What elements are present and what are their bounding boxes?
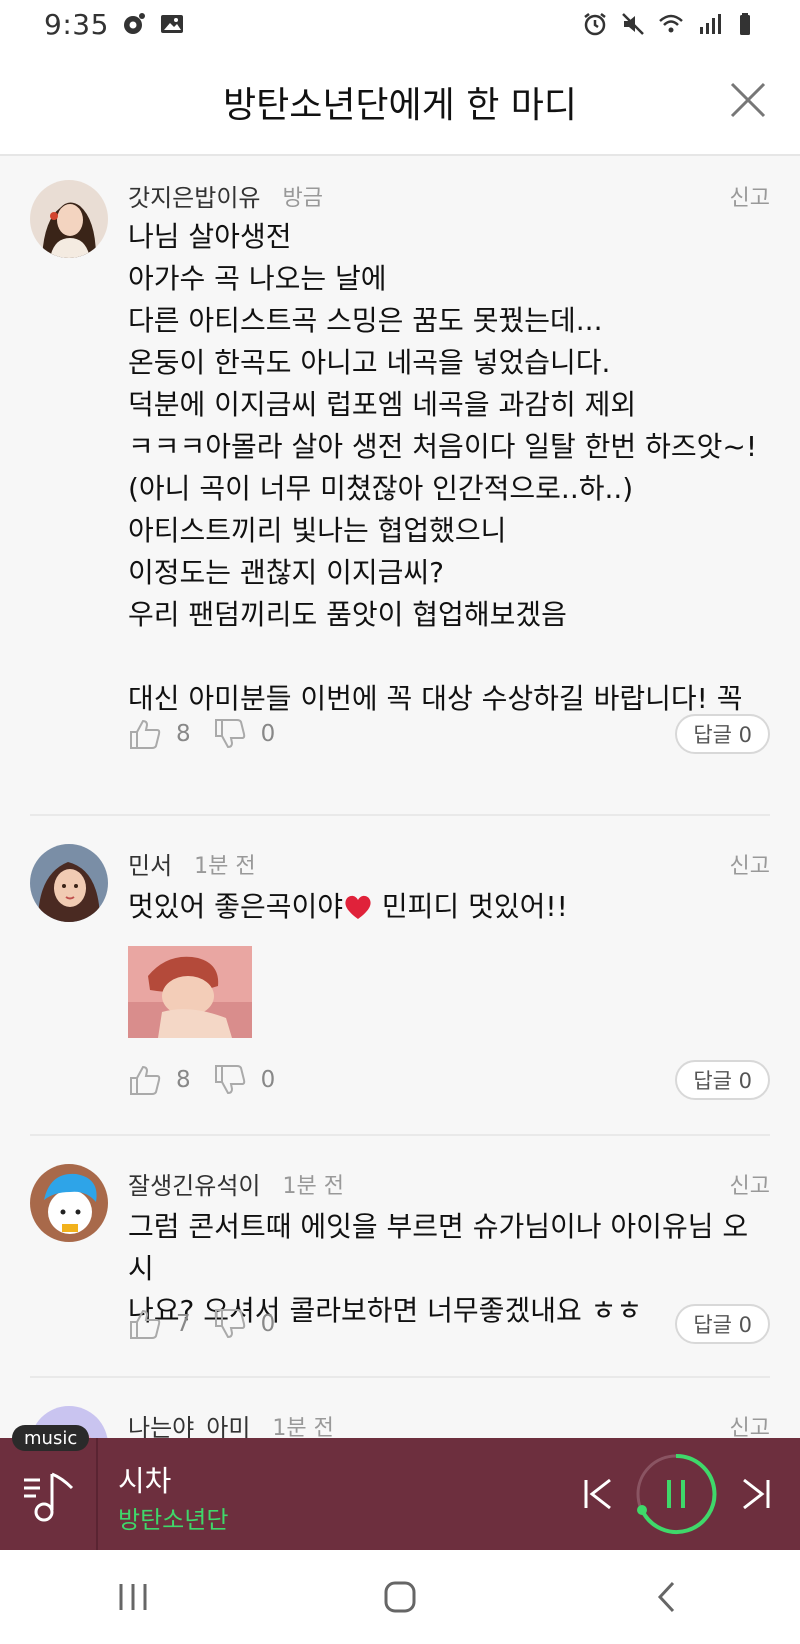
report-button[interactable]: 신고 — [730, 180, 770, 212]
thumbs-up-icon — [130, 719, 161, 749]
comment-time: 방금 — [282, 185, 323, 211]
pause-button[interactable] — [634, 1452, 718, 1536]
signal-icon — [700, 14, 721, 34]
avatar[interactable] — [30, 844, 108, 922]
report-button[interactable]: 신고 — [730, 1168, 770, 1200]
avatar[interactable] — [30, 180, 108, 258]
comment-actions: 8 0 답글 0 — [128, 1060, 770, 1100]
system-navbar — [0, 1550, 800, 1644]
mini-player[interactable]: 시차 방탄소년단 — [0, 1438, 800, 1550]
music-badge: music — [12, 1425, 90, 1451]
reply-button[interactable]: 답글 0 — [675, 1060, 770, 1100]
back-icon — [657, 1581, 674, 1613]
comment-nickname[interactable]: 민서 — [128, 846, 172, 881]
dislike-button[interactable]: 0 — [213, 717, 298, 751]
comment-nickname[interactable]: 갓지은밥이유 — [128, 178, 260, 213]
track-artist[interactable]: 방탄소년단 — [118, 1500, 228, 1535]
comment-text-part1: 멋있어 좋은곡이야 — [128, 890, 343, 923]
comment-meta: 갓지은밥이유 방금 신고 — [128, 178, 770, 213]
home-button[interactable] — [370, 1567, 430, 1627]
alarm-icon — [584, 13, 606, 36]
thumbs-down-icon — [214, 719, 245, 749]
dislike-count: 0 — [260, 1311, 276, 1337]
thumbs-up-icon — [130, 1065, 161, 1095]
comment-item: 갓지은밥이유 방금 신고 나님 살아생전 아가수 곡 나오는 날에 다른 아티스… — [0, 156, 800, 816]
comment-nickname[interactable]: 나는야_아미 — [128, 1408, 250, 1438]
dislike-button[interactable]: 0 — [213, 1307, 298, 1341]
next-track-icon[interactable] — [740, 1476, 772, 1512]
comment-actions: 8 0 답글 0 — [128, 714, 770, 754]
status-bar: 9:35 — [0, 0, 800, 48]
comment-item: 나는야_아미 1분 전 신고 — [0, 1378, 800, 1438]
like-count: 8 — [176, 721, 191, 747]
header: 방탄소년단에게 한 마디 — [0, 48, 800, 156]
comment-meta: 잘생긴유석이 1분 전 신고 — [128, 1166, 770, 1201]
comment-actions: 7 0 답글 0 — [128, 1304, 770, 1344]
status-time: 9:35 — [44, 7, 109, 41]
gallery-notification-icon — [160, 15, 183, 33]
playlist-music-icon — [24, 1472, 74, 1522]
like-button[interactable]: 7 — [128, 1307, 213, 1341]
wifi-icon — [659, 14, 683, 33]
back-button[interactable] — [637, 1567, 697, 1627]
track-title[interactable]: 시차 — [118, 1458, 171, 1500]
thumbs-up-icon — [130, 1309, 161, 1339]
dislike-count: 0 — [260, 1067, 276, 1093]
dislike-button[interactable]: 0 — [213, 1063, 298, 1097]
reply-button[interactable]: 답글 0 — [675, 714, 770, 754]
like-button[interactable]: 8 — [128, 1063, 213, 1097]
camera-notification-icon — [123, 13, 145, 34]
comment-text: 나님 살아생전 아가수 곡 나오는 날에 다른 아티스트곡 스밍은 꿈도 못꿨는… — [128, 220, 758, 715]
thumbs-down-icon — [214, 1065, 245, 1095]
playlist-button[interactable] — [0, 1438, 98, 1550]
report-button[interactable]: 신고 — [730, 1410, 770, 1439]
comment-list[interactable]: 갓지은밥이유 방금 신고 나님 살아생전 아가수 곡 나오는 날에 다른 아티스… — [0, 156, 800, 1438]
dislike-count: 0 — [260, 721, 276, 747]
thumbs-down-icon — [214, 1309, 245, 1339]
comment-time: 1분 전 — [282, 1173, 344, 1199]
comment-nickname[interactable]: 잘생긴유석이 — [128, 1166, 260, 1201]
reply-button[interactable]: 답글 0 — [675, 1304, 770, 1344]
comment-item: 잘생긴유석이 1분 전 신고 그럼 콘서트때 에잇을 부르면 슈가님이나 아이유… — [0, 1136, 800, 1378]
battery-icon — [740, 13, 750, 35]
comment-text-part2: 민피디 멋있어!! — [372, 890, 568, 923]
mute-icon — [622, 13, 644, 35]
page-title: 방탄소년단에게 한 마디 — [222, 85, 578, 126]
comment-meta: 나는야_아미 1분 전 신고 — [128, 1408, 770, 1438]
close-icon[interactable] — [726, 78, 770, 122]
like-count: 8 — [176, 1067, 191, 1093]
comment-meta: 민서 1분 전 신고 — [128, 846, 770, 881]
comment-time: 1분 전 — [272, 1415, 334, 1439]
comment-text: 멋있어 좋은곡이야 민피디 멋있어!! — [128, 886, 770, 928]
attached-image[interactable] — [128, 946, 252, 1038]
home-icon — [384, 1581, 416, 1613]
comment-item: 민서 1분 전 신고 멋있어 좋은곡이야 민피디 멋있어!! 8 0 답글 0 — [0, 816, 800, 1136]
heart-emoji-icon — [345, 895, 371, 919]
like-button[interactable]: 8 — [128, 717, 213, 751]
recent-apps-icon — [119, 1584, 147, 1610]
previous-track-icon[interactable] — [582, 1476, 614, 1512]
like-count: 7 — [176, 1311, 191, 1337]
comment-time: 1분 전 — [194, 853, 256, 879]
recent-apps-button[interactable] — [103, 1567, 163, 1627]
report-button[interactable]: 신고 — [730, 848, 770, 880]
avatar[interactable] — [30, 1164, 108, 1242]
